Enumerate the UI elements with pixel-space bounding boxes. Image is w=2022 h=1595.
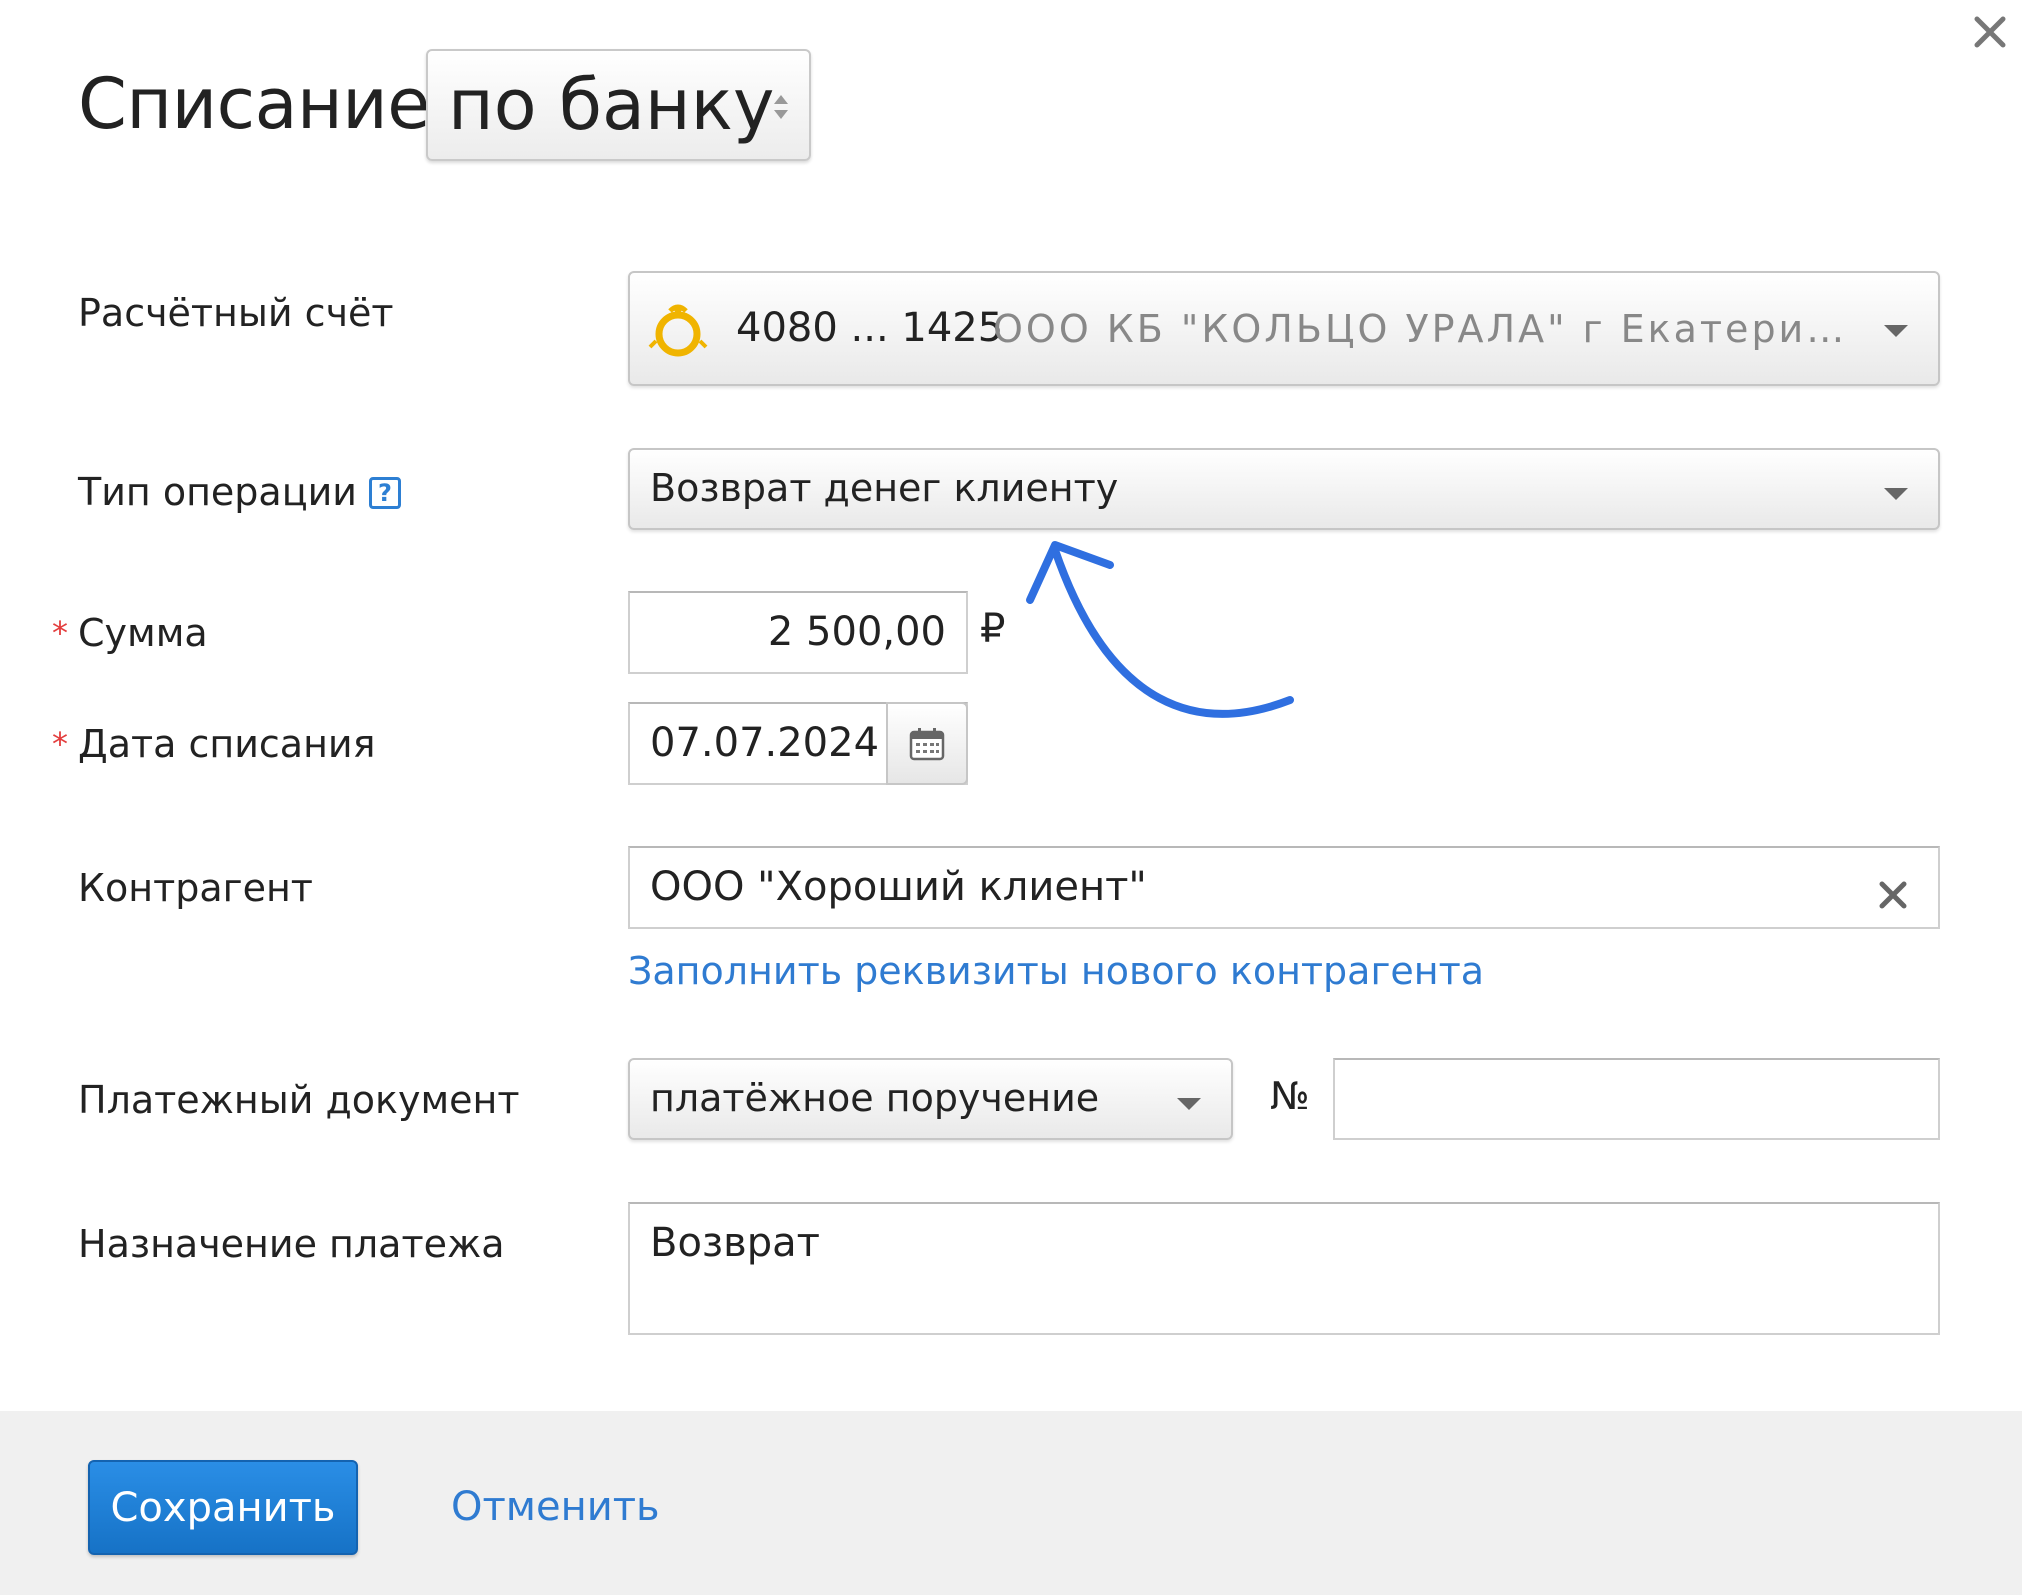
account-label: Расчётный счёт: [78, 291, 394, 335]
chevron-down-icon: [1884, 325, 1908, 337]
operation-type-label-text: Тип операции: [78, 470, 357, 514]
payment-doc-value: платёжное поручение: [650, 1076, 1100, 1120]
operation-type-select[interactable]: Возврат денег клиенту: [628, 448, 1940, 530]
amount-input[interactable]: 2 500,00: [628, 591, 968, 674]
page-title: Списание: [78, 63, 430, 145]
bank-logo-icon: [648, 304, 708, 357]
doc-number-label: №: [1270, 1074, 1310, 1118]
updown-arrows-icon: [774, 95, 788, 119]
save-button[interactable]: Сохранить: [88, 1460, 358, 1555]
calendar-icon: [909, 727, 945, 760]
required-mark: *: [52, 725, 68, 763]
contractor-input[interactable]: ООО "Хороший клиент": [628, 846, 1940, 929]
close-button[interactable]: [1968, 10, 2012, 54]
amount-value: 2 500,00: [767, 609, 946, 655]
amount-label: Сумма: [78, 611, 208, 655]
close-icon: [1974, 16, 2006, 48]
operation-type-value: Возврат денег клиенту: [650, 466, 1119, 510]
payment-doc-label: Платежный документ: [78, 1078, 520, 1122]
calendar-button[interactable]: [886, 702, 968, 785]
purpose-textarea[interactable]: Возврат: [628, 1202, 1940, 1335]
purpose-value: Возврат: [650, 1220, 820, 1266]
purpose-label: Назначение платежа: [78, 1222, 505, 1266]
new-contractor-link[interactable]: Заполнить реквизиты нового контрагента: [628, 949, 1484, 993]
write-off-dialog: Списание по банку Расчётный счёт 4080 ..…: [0, 0, 2022, 1595]
chevron-down-icon: [1884, 488, 1908, 500]
clear-icon[interactable]: [1876, 878, 1910, 912]
account-number: 4080 ... 1425: [736, 305, 1004, 351]
write-off-type-value: по банку: [448, 64, 775, 146]
payment-doc-select[interactable]: платёжное поручение: [628, 1058, 1233, 1140]
chevron-down-icon: [1177, 1098, 1201, 1110]
contractor-value: ООО "Хороший клиент": [650, 864, 1147, 910]
annotation-arrow-icon: [1019, 534, 1301, 725]
bank-name: ООО КБ "КОЛЬЦО УРАЛА" г Екатеринб...: [993, 307, 1853, 351]
contractor-label: Контрагент: [78, 866, 313, 910]
doc-number-input[interactable]: [1333, 1058, 1940, 1140]
date-label: Дата списания: [78, 722, 376, 766]
operation-type-label: Тип операции?: [78, 469, 401, 515]
required-mark: *: [52, 614, 68, 652]
account-select[interactable]: 4080 ... 1425 ООО КБ "КОЛЬЦО УРАЛА" г Ек…: [628, 271, 1940, 386]
currency-symbol: ₽: [980, 606, 1006, 652]
write-off-type-select[interactable]: по банку: [426, 49, 811, 161]
date-value: 07.07.2024: [650, 720, 880, 766]
help-icon[interactable]: ?: [368, 477, 401, 509]
cancel-link[interactable]: Отменить: [451, 1484, 660, 1530]
